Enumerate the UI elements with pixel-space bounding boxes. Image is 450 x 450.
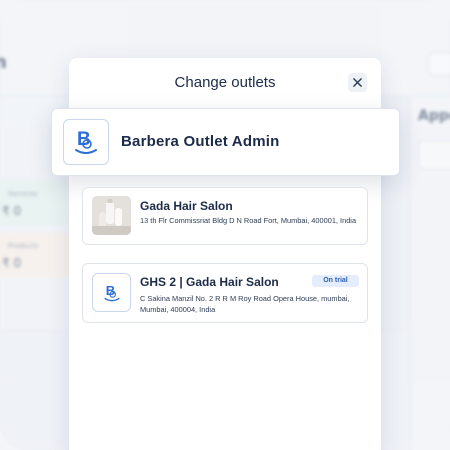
outlet-item[interactable]: B GHS 2 | Gada Hair Salon On trial C Sak…	[82, 263, 368, 323]
modal-title: Change outlets	[174, 74, 276, 91]
close-button[interactable]	[348, 73, 367, 92]
current-outlet-logo: B	[63, 119, 109, 165]
salon-photo-icon	[92, 196, 131, 235]
background-heading: n	[0, 52, 7, 73]
background-right-row	[418, 140, 450, 170]
background-right-heading: Appo	[418, 108, 450, 124]
background-right-button	[428, 52, 450, 76]
outlet-name: Gada Hair Salon	[140, 199, 233, 213]
background-products-card: Products ₹ 0	[0, 232, 70, 278]
outlet-logo: B	[92, 273, 131, 312]
on-trial-badge: On trial	[312, 275, 359, 287]
outlet-name: GHS 2 | Gada Hair Salon	[140, 275, 279, 289]
close-icon	[353, 78, 362, 87]
background-services-card: Services ₹ 0	[0, 180, 70, 226]
barbera-logo-icon: B	[103, 283, 120, 301]
outlet-thumbnail	[92, 196, 131, 235]
outlet-item[interactable]: Gada Hair Salon 13 th Flr Commissriat Bl…	[82, 187, 368, 245]
outlet-address: C Sakina Manzil No. 2 R R M Roy Road Ope…	[140, 294, 350, 314]
barbera-logo-icon: B	[75, 129, 97, 154]
outlet-address: 13 th Flr Commissriat Bldg D N Road Fort…	[140, 216, 357, 225]
current-outlet-name: Barbera Outlet Admin	[121, 133, 280, 150]
app-frame: n Services₹ 0 Products₹ 0 Appo Change ou…	[0, 0, 450, 450]
current-outlet-card: B Barbera Outlet Admin	[51, 108, 400, 176]
